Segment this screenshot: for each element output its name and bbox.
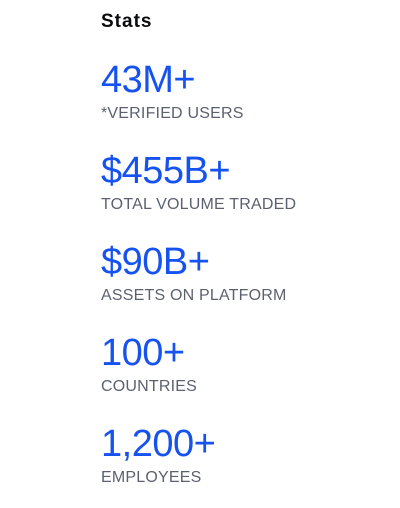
- stat-countries: 100+ COUNTRIES: [101, 333, 391, 397]
- section-title: Stats: [101, 11, 153, 32]
- stat-value: 43M+: [101, 59, 196, 101]
- stat-total-volume-traded: $455B+ TOTAL VOLUME TRADED: [101, 151, 391, 215]
- stat-label: ASSETS ON PLATFORM: [101, 287, 287, 304]
- stat-label: *VERIFIED USERS: [101, 105, 244, 122]
- stat-label: EMPLOYEES: [101, 469, 202, 486]
- stat-value: $90B+: [101, 241, 210, 283]
- stat-label: TOTAL VOLUME TRADED: [101, 196, 297, 213]
- stat-value: $455B+: [101, 150, 231, 192]
- stat-employees: 1,200+ EMPLOYEES: [101, 424, 391, 488]
- stat-verified-users: 43M+ *VERIFIED USERS: [101, 60, 391, 124]
- stat-value: 100+: [101, 332, 185, 374]
- stat-assets-on-platform: $90B+ ASSETS ON PLATFORM: [101, 242, 391, 306]
- stat-value: 1,200+: [101, 423, 216, 465]
- stat-label: COUNTRIES: [101, 378, 198, 395]
